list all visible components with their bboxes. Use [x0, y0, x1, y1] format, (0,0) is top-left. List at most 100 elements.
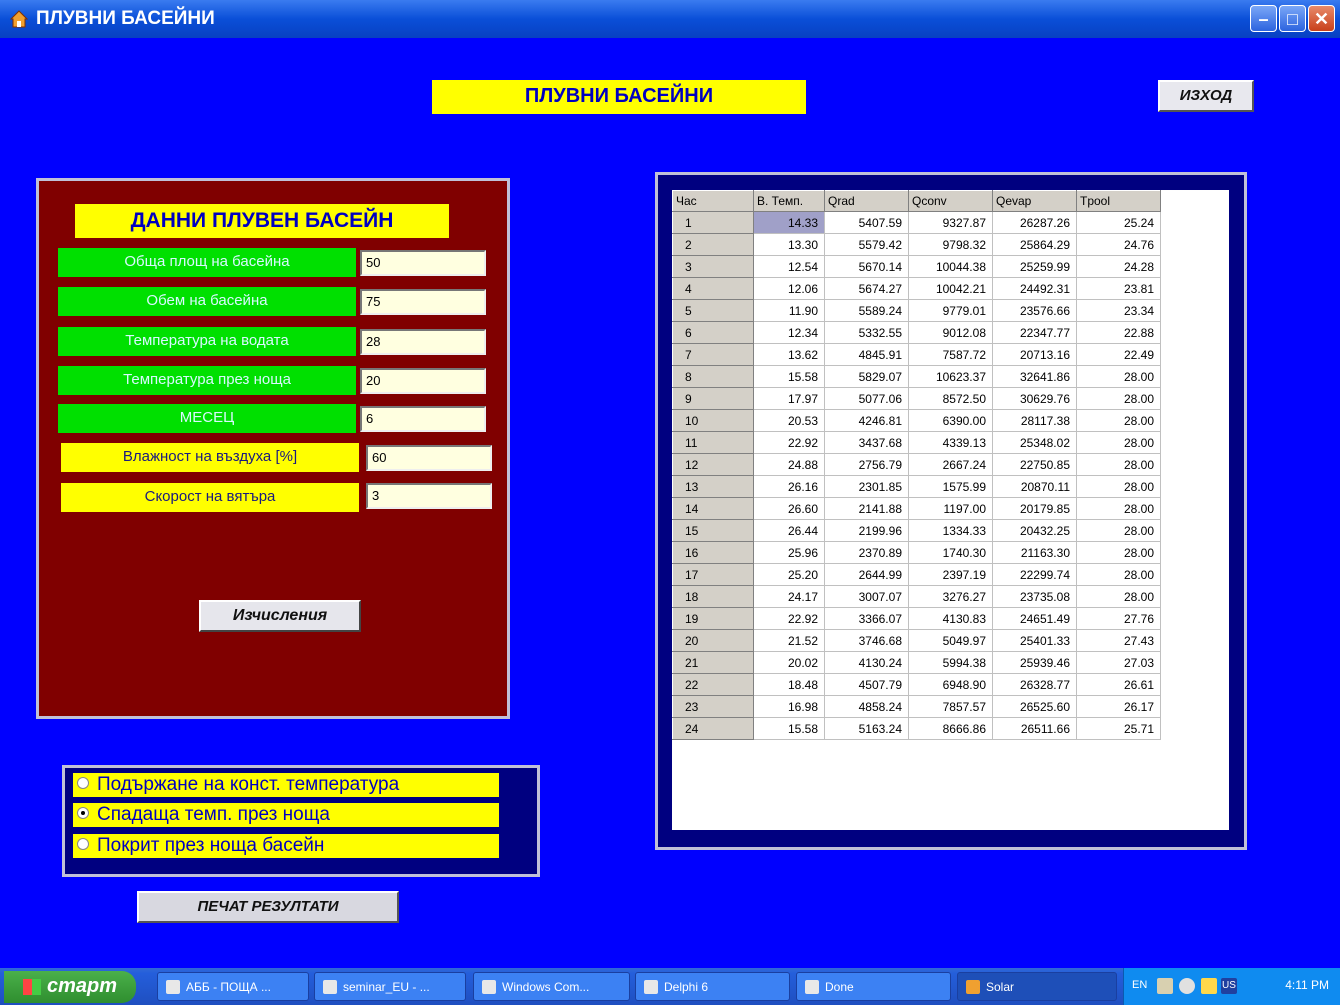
table-cell[interactable]: 28.00 — [1076, 585, 1161, 608]
table-cell[interactable]: 9798.32 — [908, 233, 993, 256]
table-cell[interactable]: 26287.26 — [992, 211, 1077, 234]
row-header-cell[interactable]: 6 — [672, 321, 754, 344]
row-header-cell[interactable]: 13 — [672, 475, 754, 498]
table-cell[interactable]: 22.92 — [753, 607, 825, 630]
radio-button[interactable] — [77, 837, 89, 850]
table-cell[interactable]: 25.71 — [1076, 717, 1161, 740]
table-cell[interactable]: 7587.72 — [908, 343, 993, 366]
table-row[interactable]: 19 22.92 3366.07 4130.83 24651.49 27.76 — [672, 607, 1161, 630]
table-cell[interactable]: 25.96 — [753, 541, 825, 564]
table-cell[interactable]: 26328.77 — [992, 673, 1077, 696]
table-cell[interactable]: 25348.02 — [992, 431, 1077, 454]
radio-button[interactable] — [77, 776, 89, 789]
mode-option-night-drop[interactable]: Спадаща темп. през нощa — [73, 803, 499, 827]
table-cell[interactable]: 25.20 — [753, 563, 825, 586]
table-cell[interactable]: 2644.99 — [824, 563, 909, 586]
table-cell[interactable]: 10044.38 — [908, 255, 993, 278]
table-cell[interactable]: 27.03 — [1076, 651, 1161, 674]
table-cell[interactable]: 25939.46 — [992, 651, 1077, 674]
close-button[interactable]: ✕ — [1308, 5, 1335, 32]
row-header-cell[interactable]: 10 — [672, 409, 754, 432]
table-cell[interactable]: 28.00 — [1076, 563, 1161, 586]
table-cell[interactable]: 25259.99 — [992, 255, 1077, 278]
table-cell[interactable]: 5829.07 — [824, 365, 909, 388]
table-cell[interactable]: 26.60 — [753, 497, 825, 520]
row-header-cell[interactable]: 7 — [672, 343, 754, 366]
table-cell[interactable]: 23.34 — [1076, 299, 1161, 322]
table-cell[interactable]: 20179.85 — [992, 497, 1077, 520]
table-cell[interactable]: 26525.60 — [992, 695, 1077, 718]
table-cell[interactable]: 2397.19 — [908, 563, 993, 586]
pool-area-field[interactable]: 50 — [360, 250, 486, 276]
table-cell[interactable]: 28.00 — [1076, 431, 1161, 454]
table-cell[interactable]: 5994.38 — [908, 651, 993, 674]
table-cell[interactable]: 28.00 — [1076, 519, 1161, 542]
row-header-cell[interactable]: 9 — [672, 387, 754, 410]
minimize-button[interactable]: – — [1250, 5, 1277, 32]
table-cell[interactable]: 8666.86 — [908, 717, 993, 740]
table-cell[interactable]: 28117.38 — [992, 409, 1077, 432]
taskbar-item-active[interactable]: Solar — [957, 972, 1117, 1001]
start-button[interactable]: старт — [4, 971, 136, 1003]
table-cell[interactable]: 24.76 — [1076, 233, 1161, 256]
table-cell[interactable]: 2667.24 — [908, 453, 993, 476]
table-cell[interactable]: 5332.55 — [824, 321, 909, 344]
table-row[interactable]: 15 26.44 2199.96 1334.33 20432.25 28.00 — [672, 519, 1161, 542]
table-cell[interactable]: 3276.27 — [908, 585, 993, 608]
row-header-cell[interactable]: 17 — [672, 563, 754, 586]
row-header-cell[interactable]: 15 — [672, 519, 754, 542]
table-cell[interactable]: 22.88 — [1076, 321, 1161, 344]
table-cell[interactable]: 9327.87 — [908, 211, 993, 234]
table-cell[interactable]: 5077.06 — [824, 387, 909, 410]
table-cell[interactable]: 1740.30 — [908, 541, 993, 564]
table-cell[interactable]: 24.17 — [753, 585, 825, 608]
table-cell[interactable]: 27.76 — [1076, 607, 1161, 630]
table-cell[interactable]: 2141.88 — [824, 497, 909, 520]
night-temp-field[interactable]: 20 — [360, 368, 486, 394]
humidity-field[interactable]: 60 — [366, 445, 492, 471]
table-cell[interactable]: 23735.08 — [992, 585, 1077, 608]
table-cell[interactable]: 26.17 — [1076, 695, 1161, 718]
table-cell[interactable]: 4130.83 — [908, 607, 993, 630]
table-row[interactable]: 3 12.54 5670.14 10044.38 25259.99 24.28 — [672, 255, 1161, 278]
table-cell[interactable]: 5049.97 — [908, 629, 993, 652]
table-row[interactable]: 10 20.53 4246.81 6390.00 28117.38 28.00 — [672, 409, 1161, 432]
table-row[interactable]: 17 25.20 2644.99 2397.19 22299.74 28.00 — [672, 563, 1161, 586]
table-cell[interactable]: 8572.50 — [908, 387, 993, 410]
column-header-qrad[interactable]: Qrad — [824, 190, 909, 212]
radio-button-selected[interactable] — [77, 806, 89, 819]
table-row[interactable]: 12 24.88 2756.79 2667.24 22750.85 28.00 — [672, 453, 1161, 476]
taskbar-item[interactable]: АББ - ПОЩА ... — [157, 972, 309, 1001]
table-cell[interactable]: 20870.11 — [992, 475, 1077, 498]
mode-option-constant-temp[interactable]: Подържане на конст. температура — [73, 773, 499, 797]
table-cell[interactable]: 30629.76 — [992, 387, 1077, 410]
table-cell[interactable]: 28.00 — [1076, 541, 1161, 564]
row-header-cell[interactable]: 11 — [672, 431, 754, 454]
table-cell[interactable]: 1334.33 — [908, 519, 993, 542]
locale-indicator[interactable]: US — [1221, 978, 1237, 994]
row-header-cell[interactable]: 19 — [672, 607, 754, 630]
table-cell[interactable]: 32641.86 — [992, 365, 1077, 388]
calculate-button[interactable]: Изчисления — [199, 600, 361, 632]
table-row[interactable]: 4 12.06 5674.27 10042.21 24492.31 23.81 — [672, 277, 1161, 300]
table-cell[interactable]: 13.62 — [753, 343, 825, 366]
table-cell[interactable]: 4858.24 — [824, 695, 909, 718]
table-cell[interactable]: 22347.77 — [992, 321, 1077, 344]
table-cell[interactable]: 6390.00 — [908, 409, 993, 432]
wind-speed-field[interactable]: 3 — [366, 483, 492, 509]
column-header-hour[interactable]: Час — [672, 190, 754, 212]
table-cell[interactable]: 4246.81 — [824, 409, 909, 432]
table-cell[interactable]: 7857.57 — [908, 695, 993, 718]
table-row[interactable]: 5 11.90 5589.24 9779.01 23576.66 23.34 — [672, 299, 1161, 322]
row-header-cell[interactable]: 8 — [672, 365, 754, 388]
table-row[interactable]: 21 20.02 4130.24 5994.38 25939.46 27.03 — [672, 651, 1161, 674]
table-cell[interactable]: 5670.14 — [824, 255, 909, 278]
table-cell[interactable]: 26.44 — [753, 519, 825, 542]
column-header-air-temp[interactable]: В. Темп. — [753, 190, 825, 212]
table-cell[interactable]: 20.53 — [753, 409, 825, 432]
table-cell[interactable]: 22750.85 — [992, 453, 1077, 476]
row-header-cell[interactable]: 21 — [672, 651, 754, 674]
table-cell[interactable]: 23.81 — [1076, 277, 1161, 300]
table-cell[interactable]: 22.49 — [1076, 343, 1161, 366]
table-cell[interactable]: 20.02 — [753, 651, 825, 674]
